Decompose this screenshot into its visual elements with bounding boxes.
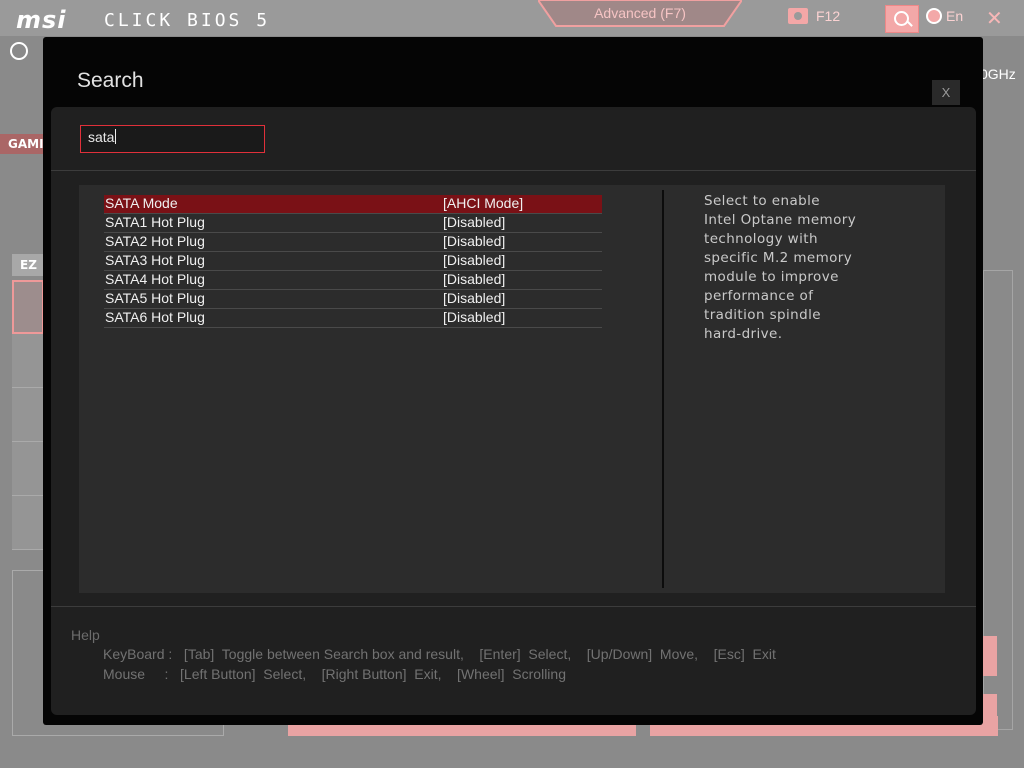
sidebar-item-storage[interactable] xyxy=(12,388,44,442)
item-description: Select to enable Intel Optane memory tec… xyxy=(704,192,884,344)
close-icon[interactable]: ✕ xyxy=(986,6,1003,30)
clock-icon xyxy=(10,42,28,60)
ez-mode-label: EZ xyxy=(12,254,44,276)
top-bar: msi CLICK BIOS 5 Advanced (F7) F12 En ✕ xyxy=(0,0,1024,36)
screenshot-button[interactable]: F12 xyxy=(788,8,840,24)
description-line: Intel Optane memory xyxy=(704,212,857,228)
description-line: technology with xyxy=(704,231,818,247)
results-panel: SATA Mode [AHCI Mode] SATA1 Hot Plug [Disa… xyxy=(79,185,945,593)
result-name: SATA2 Hot Plug xyxy=(105,233,205,249)
result-name: SATA4 Hot Plug xyxy=(105,271,205,287)
camera-icon xyxy=(788,8,808,24)
description-line: specific M.2 memory xyxy=(704,250,853,266)
result-value: [Disabled] xyxy=(443,309,506,325)
result-value: [AHCI Mode] xyxy=(443,195,524,211)
bios-title: CLICK BIOS 5 xyxy=(104,10,271,31)
advanced-mode-label: Advanced (F7) xyxy=(594,5,686,21)
description-line: Select to enable xyxy=(704,193,820,209)
result-row[interactable]: SATA3 Hot Plug [Disabled] xyxy=(104,252,602,271)
globe-icon xyxy=(926,8,942,24)
result-value: [Disabled] xyxy=(443,214,506,230)
result-name: SATA5 Hot Plug xyxy=(105,290,205,306)
panel-divider xyxy=(662,190,664,588)
result-row[interactable]: SATA6 Hot Plug [Disabled] xyxy=(104,309,602,328)
result-value: [Disabled] xyxy=(443,233,506,249)
sidebar-item-cpu[interactable] xyxy=(12,280,44,334)
language-label: En xyxy=(946,8,964,24)
result-row[interactable]: SATA4 Hot Plug [Disabled] xyxy=(104,271,602,290)
search-dialog: Search X sata SATA Mode [AHCI Mode] SATA1… xyxy=(43,37,983,725)
result-row[interactable]: SATA5 Hot Plug [Disabled] xyxy=(104,290,602,309)
description-line: hard-drive. xyxy=(704,326,783,342)
dialog-title: Search xyxy=(77,69,144,92)
screenshot-label: F12 xyxy=(816,8,841,24)
description-line: performance of xyxy=(704,288,814,304)
result-value: [Disabled] xyxy=(443,290,506,306)
msi-logo: msi xyxy=(16,6,67,34)
advanced-mode-tab[interactable]: Advanced (F7) xyxy=(538,0,742,28)
help-keyboard: KeyBoard : [Tab] Toggle between Search b… xyxy=(103,646,776,662)
search-query: sata xyxy=(88,129,115,145)
divider xyxy=(51,170,976,171)
game-boost-label: GAMI xyxy=(0,134,44,154)
cpu-speed-fragment: 0GHz xyxy=(980,66,1016,82)
result-name: SATA Mode xyxy=(105,195,178,211)
result-row[interactable]: SATA Mode [AHCI Mode] xyxy=(104,195,602,214)
result-name: SATA3 Hot Plug xyxy=(105,252,205,268)
sidebar-item-fan[interactable] xyxy=(12,442,44,496)
result-value: [Disabled] xyxy=(443,271,506,287)
result-row[interactable]: SATA2 Hot Plug [Disabled] xyxy=(104,233,602,252)
dialog-close-button[interactable]: X xyxy=(932,80,960,105)
description-line: tradition spindle xyxy=(704,307,821,323)
dialog-body: sata SATA Mode [AHCI Mode] SATA1 Hot Plug… xyxy=(51,107,976,715)
result-row[interactable]: SATA1 Hot Plug [Disabled] xyxy=(104,214,602,233)
results-list: SATA Mode [AHCI Mode] SATA1 Hot Plug [Disa… xyxy=(104,195,602,328)
search-input[interactable]: sata xyxy=(80,125,265,153)
description-line: module to improve xyxy=(704,269,839,285)
sidebar-item-memory[interactable] xyxy=(12,334,44,388)
divider xyxy=(51,606,976,607)
result-value: [Disabled] xyxy=(443,252,506,268)
sidebar-item-hardware[interactable] xyxy=(12,496,44,550)
language-button[interactable]: En xyxy=(926,8,963,24)
result-name: SATA1 Hot Plug xyxy=(105,214,205,230)
result-name: SATA6 Hot Plug xyxy=(105,309,205,325)
search-toolbar-button[interactable] xyxy=(885,5,919,33)
text-caret xyxy=(115,129,117,144)
help-mouse: Mouse : [Left Button] Select, [Right But… xyxy=(103,666,566,682)
help-title: Help xyxy=(71,627,100,643)
ez-sidebar xyxy=(12,280,44,550)
